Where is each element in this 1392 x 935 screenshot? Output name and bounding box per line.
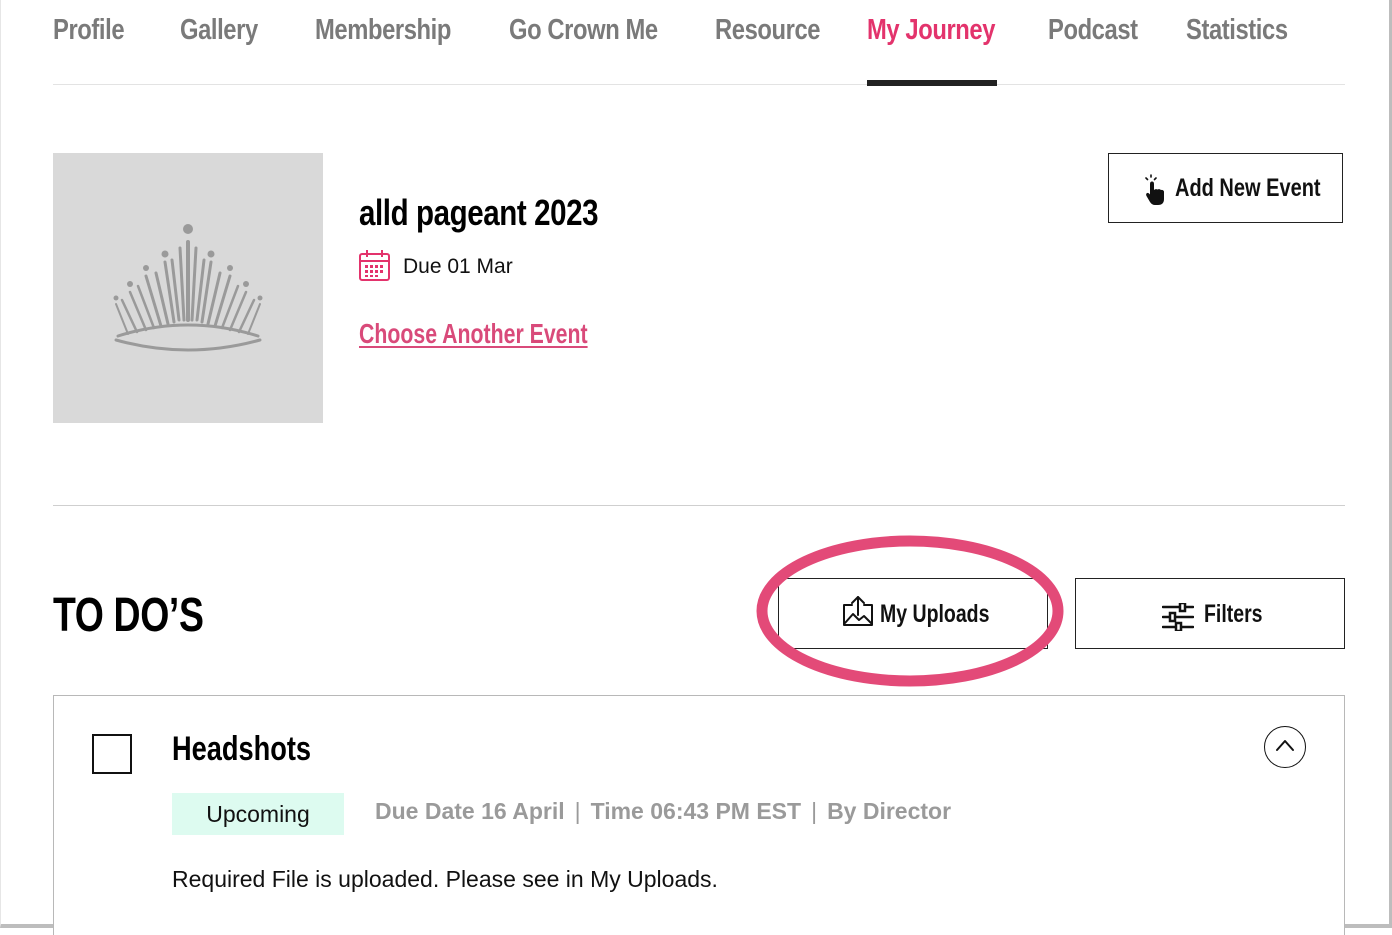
todo-time: Time 06:43 PM EST — [590, 798, 802, 824]
tab-profile[interactable]: Profile — [53, 14, 125, 84]
upload-image-icon — [843, 596, 873, 626]
todos-heading: TO DO’S — [53, 589, 204, 642]
todo-item-title: Headshots — [172, 730, 312, 768]
todo-item-headshots: Headshots Upcoming Due Date 16 April | Tim… — [53, 695, 1345, 935]
my-uploads-label: My Uploads — [880, 600, 990, 628]
tab-my-journey[interactable]: My Journey — [867, 14, 995, 84]
tab-membership[interactable]: Membership — [315, 14, 451, 84]
todo-checkbox[interactable] — [92, 734, 132, 774]
tab-go-crown-me[interactable]: Go Crown Me — [509, 14, 658, 84]
status-badge: Upcoming — [172, 793, 344, 835]
tab-resource[interactable]: Resource — [715, 14, 821, 84]
my-uploads-button[interactable]: My Uploads — [778, 578, 1048, 649]
section-divider — [53, 505, 1345, 506]
event-image — [53, 153, 323, 423]
sliders-icon — [1162, 603, 1194, 631]
collapse-button[interactable] — [1264, 726, 1306, 768]
todo-due-date: Due Date 16 April — [375, 798, 565, 824]
filters-button[interactable]: Filters — [1075, 578, 1345, 649]
calendar-icon — [359, 250, 390, 281]
todo-note: Required File is uploaded. Please see in… — [172, 866, 718, 892]
crown-icon — [113, 224, 263, 352]
filters-label: Filters — [1204, 600, 1263, 628]
todo-meta: Due Date 16 April | Time 06:43 PM EST | By D… — [375, 798, 952, 824]
event-due-date: Due 01 Mar — [403, 255, 513, 278]
tab-gallery[interactable]: Gallery — [180, 14, 258, 84]
top-tab-bar: Profile Gallery Membership Go Crown Me R… — [53, 0, 1345, 85]
add-new-event-button[interactable]: Add New Event — [1108, 153, 1343, 223]
tab-podcast[interactable]: Podcast — [1048, 14, 1138, 84]
choose-another-event-link[interactable]: Choose Another Event — [359, 318, 588, 350]
chevron-up-icon — [1276, 740, 1294, 751]
tab-statistics[interactable]: Statistics — [1186, 14, 1288, 84]
tap-hand-icon — [1145, 174, 1164, 205]
event-title: alld pageant 2023 — [359, 192, 599, 233]
todo-assigned-by: By Director — [827, 798, 952, 824]
add-new-event-label: Add New Event — [1175, 174, 1321, 202]
active-tab-indicator — [867, 80, 997, 86]
